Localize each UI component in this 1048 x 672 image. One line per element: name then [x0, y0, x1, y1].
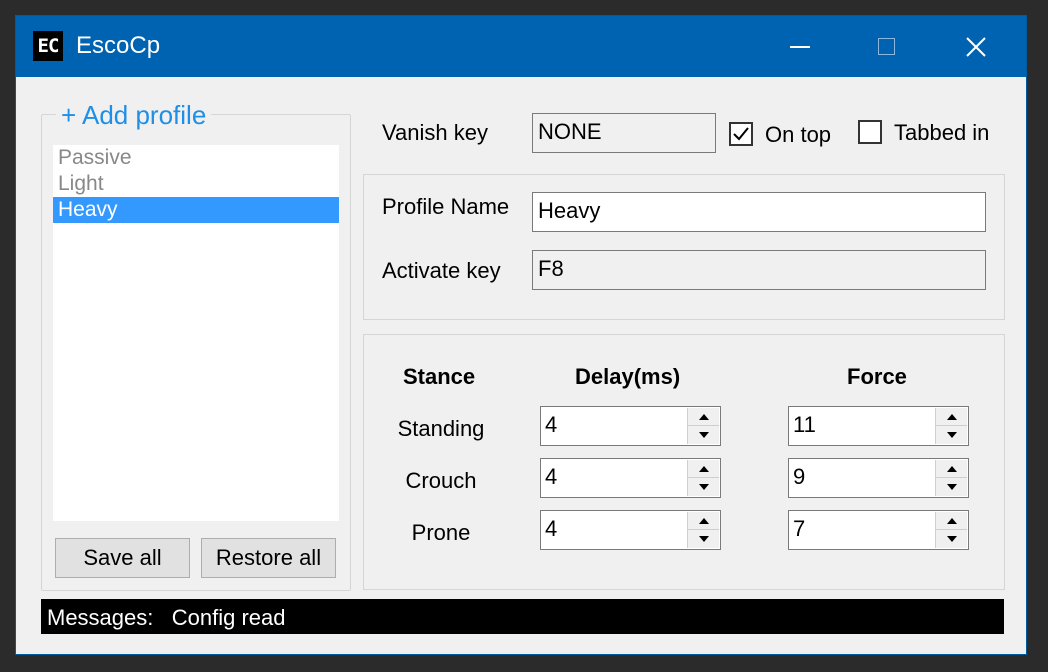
arrow-up-icon [698, 517, 709, 524]
messages-label: Messages: [47, 605, 154, 630]
arrow-up-icon [946, 413, 957, 420]
arrow-down-icon [946, 432, 957, 438]
stepper-buttons [935, 460, 967, 496]
stepper-up-button[interactable] [936, 408, 967, 426]
activate-key-label: Activate key [382, 258, 501, 283]
restore-all-button[interactable]: Restore all [201, 538, 336, 578]
stepper-buttons [687, 460, 719, 496]
stepper-down-button[interactable] [688, 478, 719, 496]
force-header: Force [847, 364, 907, 389]
stance-label-crouch: Crouch [405, 468, 477, 493]
messages-text: Config read [171, 605, 286, 630]
standing-delay-stepper[interactable]: 4 [540, 406, 721, 446]
tabbed-in-checkbox[interactable] [858, 120, 882, 144]
close-icon [966, 36, 986, 57]
maximize-icon [877, 38, 895, 55]
stepper-up-button[interactable] [936, 512, 967, 530]
arrow-up-icon [698, 465, 709, 472]
profile-name-label: Profile Name [382, 194, 510, 219]
stance-header: Stance [403, 364, 476, 389]
add-profile-link[interactable]: + Add profile [56, 100, 212, 131]
stepper-up-button[interactable] [688, 408, 719, 426]
stepper-down-button[interactable] [936, 478, 967, 496]
window-title: EscoCp [76, 32, 161, 59]
arrow-down-icon [698, 484, 709, 490]
prone-delay-stepper[interactable]: 4 [540, 510, 721, 550]
arrow-up-icon [698, 413, 709, 420]
checkmark-icon [733, 127, 749, 141]
stepper-buttons [687, 512, 719, 548]
stance-label-standing: Standing [397, 416, 485, 441]
activate-key-field[interactable]: F8 [532, 250, 986, 290]
profile-name-input[interactable]: Heavy [532, 192, 986, 232]
tabbed-in-label[interactable]: Tabbed in [894, 120, 989, 146]
stepper-value[interactable]: 4 [545, 407, 557, 443]
stepper-value[interactable]: 7 [793, 511, 805, 547]
arrow-down-icon [946, 484, 957, 490]
stepper-down-button[interactable] [936, 426, 967, 444]
standing-force-stepper[interactable]: 11 [788, 406, 969, 446]
stepper-down-button[interactable] [688, 530, 719, 548]
arrow-down-icon [698, 432, 709, 438]
profile-item-light[interactable]: Light [53, 171, 339, 197]
delay-header: Delay(ms) [575, 364, 681, 389]
stepper-up-button[interactable] [688, 460, 719, 478]
arrow-down-icon [698, 536, 709, 542]
close-button[interactable] [944, 16, 1008, 77]
stepper-value[interactable]: 9 [793, 459, 805, 495]
profile-list[interactable]: Passive Light Heavy [53, 145, 339, 521]
arrow-up-icon [946, 465, 957, 472]
crouch-delay-stepper[interactable]: 4 [540, 458, 721, 498]
stepper-up-button[interactable] [688, 512, 719, 530]
minimize-icon [790, 45, 810, 48]
on-top-checkbox[interactable] [729, 122, 753, 146]
stepper-value[interactable]: 11 [793, 407, 816, 443]
vanish-key-label: Vanish key [382, 120, 488, 145]
stepper-value[interactable]: 4 [545, 511, 557, 547]
arrow-down-icon [946, 536, 957, 542]
arrow-up-icon [946, 517, 957, 524]
app-window: EC EscoCp + Add profile Passive Light He… [15, 15, 1027, 655]
maximize-button[interactable] [854, 16, 918, 77]
stepper-buttons [935, 512, 967, 548]
vanish-key-field[interactable]: NONE [532, 113, 716, 153]
profile-item-passive[interactable]: Passive [53, 145, 339, 171]
stepper-down-button[interactable] [688, 426, 719, 444]
stepper-value[interactable]: 4 [545, 459, 557, 495]
title-bar[interactable]: EC EscoCp [16, 16, 1026, 77]
profile-item-heavy[interactable]: Heavy [53, 197, 339, 223]
stepper-buttons [687, 408, 719, 444]
app-logo-icon: EC [33, 31, 63, 61]
minimize-button[interactable] [768, 16, 832, 77]
prone-force-stepper[interactable]: 7 [788, 510, 969, 550]
stance-label-prone: Prone [411, 520, 471, 545]
stepper-up-button[interactable] [936, 460, 967, 478]
crouch-force-stepper[interactable]: 9 [788, 458, 969, 498]
on-top-label[interactable]: On top [765, 122, 831, 148]
stepper-buttons [935, 408, 967, 444]
messages-bar: Messages: Config read [41, 599, 1004, 634]
save-all-button[interactable]: Save all [55, 538, 190, 578]
stepper-down-button[interactable] [936, 530, 967, 548]
